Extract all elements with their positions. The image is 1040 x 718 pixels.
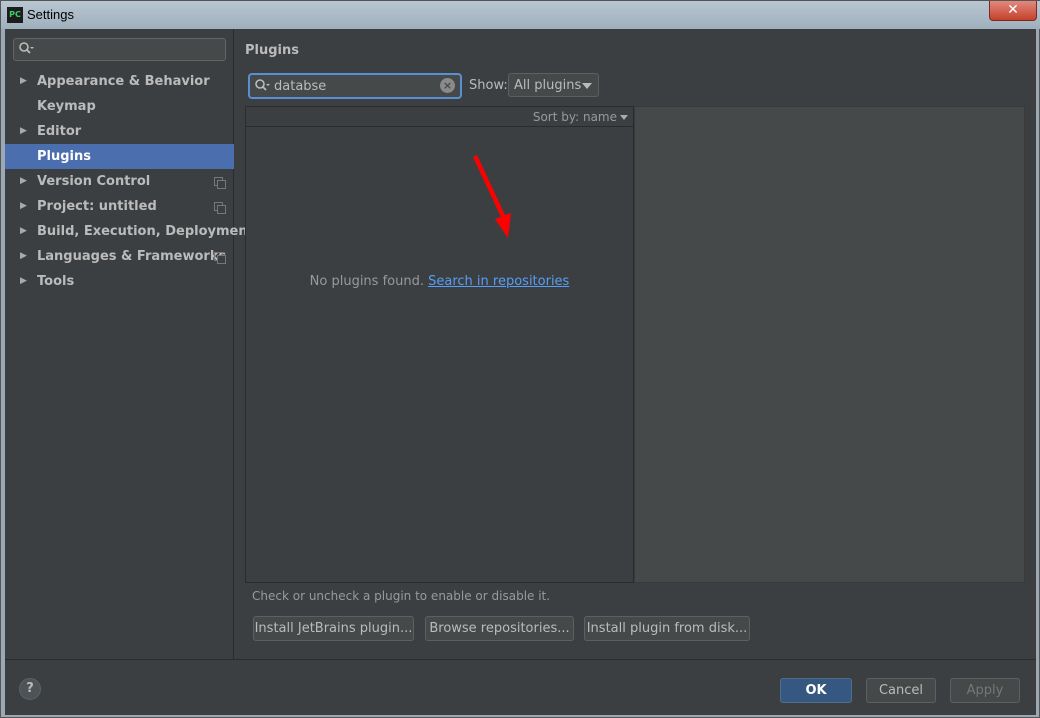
install-plugin-from-disk-button[interactable]: Install plugin from disk... xyxy=(584,616,750,641)
plugins-panel: Plugins × Show: All plugins Sort by: nam… xyxy=(235,29,1036,659)
expand-arrow-icon[interactable]: ▶ xyxy=(20,269,27,294)
expand-arrow-icon[interactable]: ▶ xyxy=(20,169,27,194)
chevron-down-icon[interactable] xyxy=(620,115,628,120)
install-jetbrains-plugin-button[interactable]: Install JetBrains plugin... xyxy=(253,616,414,641)
empty-state-text: No plugins found. xyxy=(309,274,424,289)
help-icon[interactable]: ? xyxy=(19,678,41,700)
project-level-icon xyxy=(214,177,226,189)
project-level-icon xyxy=(214,202,226,214)
show-filter-value: All plugins xyxy=(514,78,582,93)
plugin-list: Sort by: name No plugins found. Search i… xyxy=(245,106,634,583)
settings-tree: ▶ Appearance & Behavior Keymap ▶ Editor Plugi… xyxy=(5,69,254,294)
search-icon xyxy=(255,79,270,91)
sidebar-item-version-control[interactable]: ▶ Version Control xyxy=(5,169,234,194)
sidebar-item-editor[interactable]: ▶ Editor xyxy=(5,119,234,144)
sidebar-item-plugins[interactable]: Plugins xyxy=(5,144,234,169)
plugin-list-header: Sort by: name xyxy=(246,107,633,127)
search-in-repositories-link[interactable]: Search in repositories xyxy=(428,274,569,289)
clear-search-icon[interactable]: × xyxy=(440,78,455,93)
dialog-footer: ? OK Cancel Apply xyxy=(5,659,1036,715)
sidebar-item-appearance-behavior[interactable]: ▶ Appearance & Behavior xyxy=(5,69,234,94)
settings-sidebar: ▶ Appearance & Behavior Keymap ▶ Editor Plugi… xyxy=(5,29,254,659)
sidebar-item-label: Build, Execution, Deployment xyxy=(37,224,254,239)
sidebar-item-label: Plugins xyxy=(37,149,91,164)
sidebar-item-build-execution-deployment[interactable]: ▶ Build, Execution, Deployment xyxy=(5,219,254,244)
chevron-down-icon xyxy=(582,83,592,89)
empty-state-message: No plugins found. Search in repositories xyxy=(246,274,633,289)
plugin-hint-text: Check or uncheck a plugin to enable or d… xyxy=(252,589,551,603)
annotation-arrow-icon xyxy=(473,155,511,238)
sidebar-item-languages-frameworks[interactable]: ▶ Languages & Frameworks xyxy=(5,244,234,269)
close-window-button[interactable]: ✕ xyxy=(989,1,1037,21)
expand-arrow-icon[interactable]: ▶ xyxy=(20,219,27,244)
plugin-search-field[interactable]: × xyxy=(248,73,462,99)
title-bar: PC Settings ✕ xyxy=(1,1,1040,29)
sidebar-item-label: Appearance & Behavior xyxy=(37,74,210,89)
sort-by-dropdown[interactable]: Sort by: name xyxy=(533,110,617,124)
cancel-button[interactable]: Cancel xyxy=(866,678,936,703)
sidebar-item-label: Languages & Frameworks xyxy=(37,249,227,264)
sidebar-item-tools[interactable]: ▶ Tools xyxy=(5,269,234,294)
settings-search-field[interactable] xyxy=(13,38,226,61)
sidebar-item-label: Editor xyxy=(37,124,82,139)
page-title: Plugins xyxy=(245,43,299,58)
sidebar-item-keymap[interactable]: Keymap xyxy=(5,94,234,119)
expand-arrow-icon[interactable]: ▶ xyxy=(20,69,27,94)
plugin-search-input[interactable] xyxy=(274,77,434,95)
browse-repositories-button[interactable]: Browse repositories... xyxy=(425,616,574,641)
apply-button[interactable]: Apply xyxy=(950,678,1020,703)
window-title: Settings xyxy=(27,7,74,22)
sidebar-item-project-untitled[interactable]: ▶ Project: untitled xyxy=(5,194,234,219)
expand-arrow-icon[interactable]: ▶ xyxy=(20,119,27,144)
show-filter-label: Show: xyxy=(469,78,508,93)
dialog-content: ▶ Appearance & Behavior Keymap ▶ Editor Plugi… xyxy=(5,29,1036,715)
project-level-icon xyxy=(214,252,226,264)
settings-window: PC Settings ✕ ▶ Appearance & Behavior Keym… xyxy=(0,0,1040,718)
sidebar-item-label: Keymap xyxy=(37,99,96,114)
plugin-detail-pane xyxy=(634,106,1025,583)
show-filter-dropdown[interactable]: All plugins xyxy=(508,73,599,97)
expand-arrow-icon[interactable]: ▶ xyxy=(20,194,27,219)
search-icon xyxy=(19,42,34,54)
expand-arrow-icon[interactable]: ▶ xyxy=(20,244,27,269)
pycharm-app-icon: PC xyxy=(7,7,23,23)
sidebar-item-label: Tools xyxy=(37,274,75,289)
sidebar-item-label: Version Control xyxy=(37,174,151,189)
ok-button[interactable]: OK xyxy=(780,678,852,703)
sidebar-item-label: Project: untitled xyxy=(37,199,157,214)
